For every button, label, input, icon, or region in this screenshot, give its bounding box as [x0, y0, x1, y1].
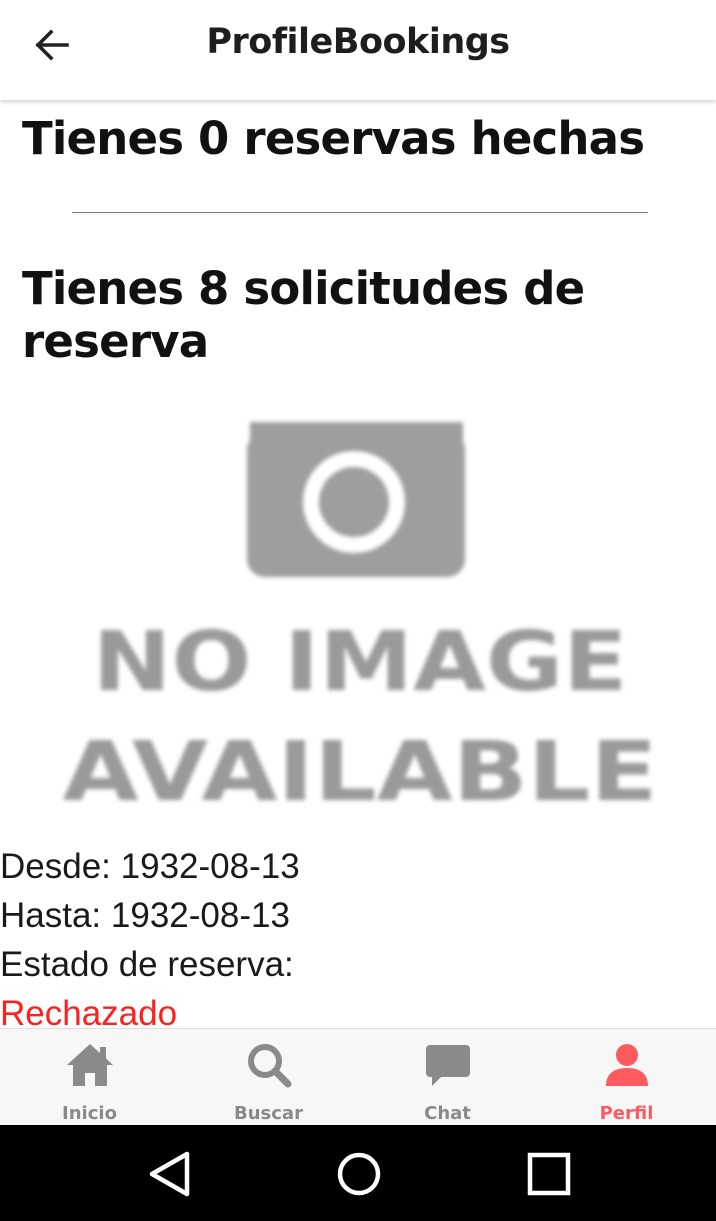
nav-label-inicio: Inicio — [62, 1103, 117, 1124]
home-circle-icon — [337, 1152, 381, 1196]
system-navigation-bar — [0, 1125, 716, 1221]
to-label: Hasta: — [0, 896, 102, 935]
app-bar: ProfileBookings — [0, 0, 716, 100]
from-date-row: Desde: 1932-08-13 — [0, 842, 716, 891]
booking-request-details: Desde: 1932-08-13 Hasta: 1932-08-13 Esta… — [0, 842, 716, 1028]
from-label: Desde: — [0, 847, 111, 886]
status-value: Rechazado — [0, 994, 178, 1028]
back-triangle-icon — [149, 1151, 190, 1197]
nav-label-perfil: Perfil — [599, 1103, 654, 1124]
search-icon — [247, 1044, 291, 1088]
page-title: ProfileBookings — [206, 22, 510, 62]
person-icon — [605, 1044, 648, 1086]
to-date-row: Hasta: 1932-08-13 — [0, 891, 716, 940]
from-value: 1932-08-13 — [120, 847, 300, 886]
system-back-button[interactable] — [145, 1149, 195, 1199]
nav-item-buscar[interactable]: Buscar — [179, 1029, 358, 1125]
recents-square-icon — [527, 1152, 571, 1196]
home-icon — [66, 1044, 113, 1086]
system-recents-button[interactable] — [524, 1149, 574, 1199]
nav-label-buscar: Buscar — [234, 1103, 303, 1124]
nav-item-perfil[interactable]: Perfil — [537, 1029, 716, 1125]
nav-item-inicio[interactable]: Inicio — [0, 1029, 179, 1125]
main-content: Tienes 0 reservas hechas Tienes 8 solici… — [0, 100, 716, 1028]
no-image-placeholder: NO IMAGE AVAILABLE — [55, 422, 665, 808]
bookings-made-heading: Tienes 0 reservas hechas — [22, 112, 645, 165]
booking-requests-heading: Tienes 8 solicitudes de reserva — [22, 262, 585, 369]
nav-item-chat[interactable]: Chat — [358, 1029, 537, 1125]
system-home-button[interactable] — [334, 1149, 384, 1199]
nav-label-chat: Chat — [424, 1103, 471, 1124]
to-value: 1932-08-13 — [110, 896, 290, 935]
no-image-line2: AVAILABLE — [63, 725, 658, 808]
no-image-line1: NO IMAGE — [93, 615, 628, 710]
status-label: Estado de reserva: — [0, 945, 294, 984]
bottom-navigation: Inicio Buscar Chat Perfil — [0, 1028, 716, 1125]
camera-icon — [247, 422, 465, 577]
section-divider — [72, 212, 648, 213]
chat-icon — [425, 1045, 470, 1086]
